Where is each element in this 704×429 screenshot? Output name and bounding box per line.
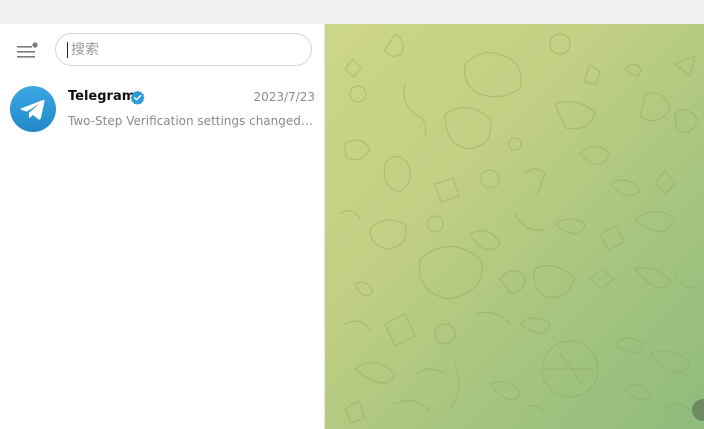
window-title-bar: [0, 0, 704, 24]
menu-button[interactable]: [14, 41, 40, 63]
chat-list-item-telegram[interactable]: Telegram 2023/7/23 Two-Step Verification…: [0, 80, 324, 140]
hamburger-menu-icon: [17, 42, 38, 58]
search-input[interactable]: [71, 38, 301, 62]
verified-badge-icon: [130, 90, 145, 105]
chat-title: Telegram: [68, 89, 136, 104]
avatar: [10, 86, 56, 132]
doodle-pattern: [339, 33, 701, 424]
search-box[interactable]: [55, 33, 312, 66]
text-caret: [67, 42, 68, 58]
chat-background: [325, 24, 704, 429]
telegram-plane-icon: [20, 99, 45, 120]
chat-preview: Two-Step Verification settings changed. …: [68, 114, 316, 128]
chat-date: 2023/7/23: [253, 90, 315, 104]
